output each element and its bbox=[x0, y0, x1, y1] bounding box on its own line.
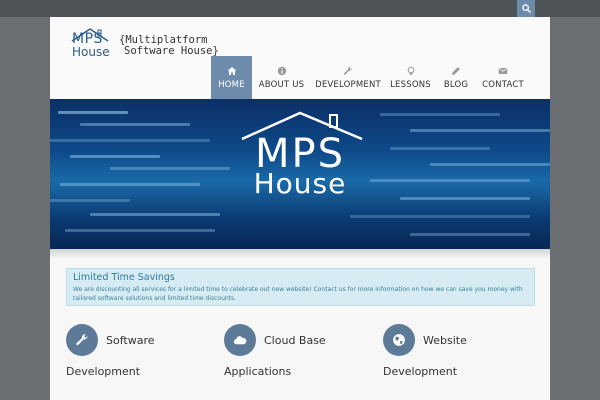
page-side-right bbox=[550, 17, 600, 400]
nav-item-home[interactable]: HOME bbox=[211, 56, 252, 99]
search-button[interactable] bbox=[517, 0, 535, 17]
logo-text-house: House bbox=[72, 45, 110, 59]
info-icon bbox=[277, 66, 286, 76]
nav-item-about[interactable]: ABOUT US bbox=[252, 56, 311, 99]
lightbulb-icon bbox=[407, 66, 414, 75]
wrench-icon bbox=[343, 66, 352, 75]
pencil-icon bbox=[452, 67, 460, 75]
site-logo[interactable]: MPS House bbox=[50, 17, 110, 67]
nav-label-development: DEVELOPMENT bbox=[315, 80, 381, 90]
service-icon-circle bbox=[66, 324, 98, 356]
globe-icon bbox=[393, 334, 405, 346]
hero-code-line bbox=[90, 213, 220, 216]
search-icon bbox=[521, 4, 531, 13]
nav-label-about: ABOUT US bbox=[258, 80, 305, 90]
hero-code-line bbox=[58, 111, 128, 114]
nav-label-contact: CONTACT bbox=[482, 80, 524, 90]
nav-item-contact[interactable]: CONTACT bbox=[476, 56, 530, 99]
hero-code-line bbox=[350, 215, 530, 218]
hero-subtitle: House bbox=[253, 167, 347, 200]
nav-label-blog: BLOG bbox=[443, 80, 469, 90]
service-website-development[interactable]: Website Development bbox=[383, 324, 523, 384]
nav-label-home: HOME bbox=[218, 80, 245, 90]
service-title-second-line: Development bbox=[383, 365, 458, 378]
hero-code-line bbox=[65, 229, 215, 232]
page-container: MPS House {Multiplatform Software House}… bbox=[50, 17, 550, 400]
service-title-second-line: Applications bbox=[224, 365, 292, 378]
service-title: Website bbox=[423, 334, 467, 347]
tagline-line2: Software House} bbox=[124, 45, 219, 57]
service-icon-circle bbox=[383, 324, 415, 356]
page-side-left bbox=[0, 17, 50, 400]
service-title: Software bbox=[106, 334, 155, 347]
hero-shadow bbox=[50, 249, 550, 259]
limited-time-notice: Limited Time Savings We are discounting … bbox=[66, 268, 535, 306]
cloud-icon bbox=[233, 336, 247, 345]
nav-item-lessons[interactable]: LESSONS bbox=[385, 56, 436, 99]
envelope-icon bbox=[498, 67, 508, 74]
hero-code-line bbox=[410, 233, 530, 236]
wrench-icon bbox=[76, 334, 88, 346]
nav-label-lessons: LESSONS bbox=[390, 80, 431, 90]
site-tagline: {Multiplatform Software House} bbox=[119, 35, 219, 57]
main-nav: HOME ABOUT US DEVELOPMENT LESSONS BLOG C… bbox=[211, 56, 530, 99]
hero-banner: MPS House bbox=[50, 99, 550, 249]
notice-text: We are discounting all services for a li… bbox=[73, 286, 523, 302]
service-title-second-line: Development bbox=[66, 365, 141, 378]
notice-title: Limited Time Savings bbox=[73, 272, 175, 283]
top-bar bbox=[0, 0, 600, 17]
hero-code-line bbox=[380, 113, 500, 116]
nav-item-development[interactable]: DEVELOPMENT bbox=[311, 56, 385, 99]
service-icon-circle bbox=[224, 324, 256, 356]
service-software-development[interactable]: Software Development bbox=[66, 324, 206, 384]
service-title: Cloud Base bbox=[264, 334, 326, 347]
nav-item-blog[interactable]: BLOG bbox=[436, 56, 476, 99]
service-cloud-base-applications[interactable]: Cloud Base Applications bbox=[224, 324, 364, 384]
site-header: MPS House {Multiplatform Software House}… bbox=[50, 17, 550, 99]
hero-code-line bbox=[80, 123, 190, 126]
home-icon bbox=[227, 67, 236, 75]
